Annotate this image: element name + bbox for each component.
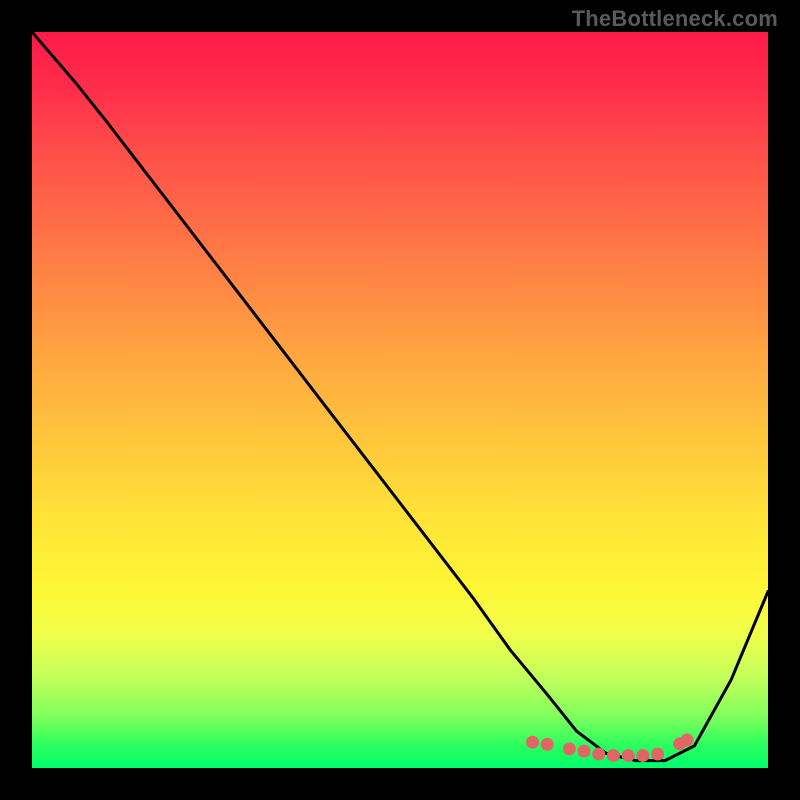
optimal-dot [578, 745, 591, 758]
optimal-dot [622, 749, 635, 762]
attribution-text: TheBottleneck.com [572, 6, 778, 32]
optimal-dot [651, 748, 664, 761]
chart-svg [32, 32, 768, 768]
optimal-dot [636, 749, 649, 762]
optimal-dot [607, 749, 620, 762]
bottleneck-curve [32, 32, 768, 761]
chart-container: TheBottleneck.com [0, 0, 800, 800]
optimal-dot [681, 734, 694, 747]
optimal-dot [592, 748, 605, 761]
optimal-dot [563, 742, 576, 755]
optimal-dot [541, 738, 554, 751]
optimal-dot [526, 736, 539, 749]
plot-area [32, 32, 768, 768]
